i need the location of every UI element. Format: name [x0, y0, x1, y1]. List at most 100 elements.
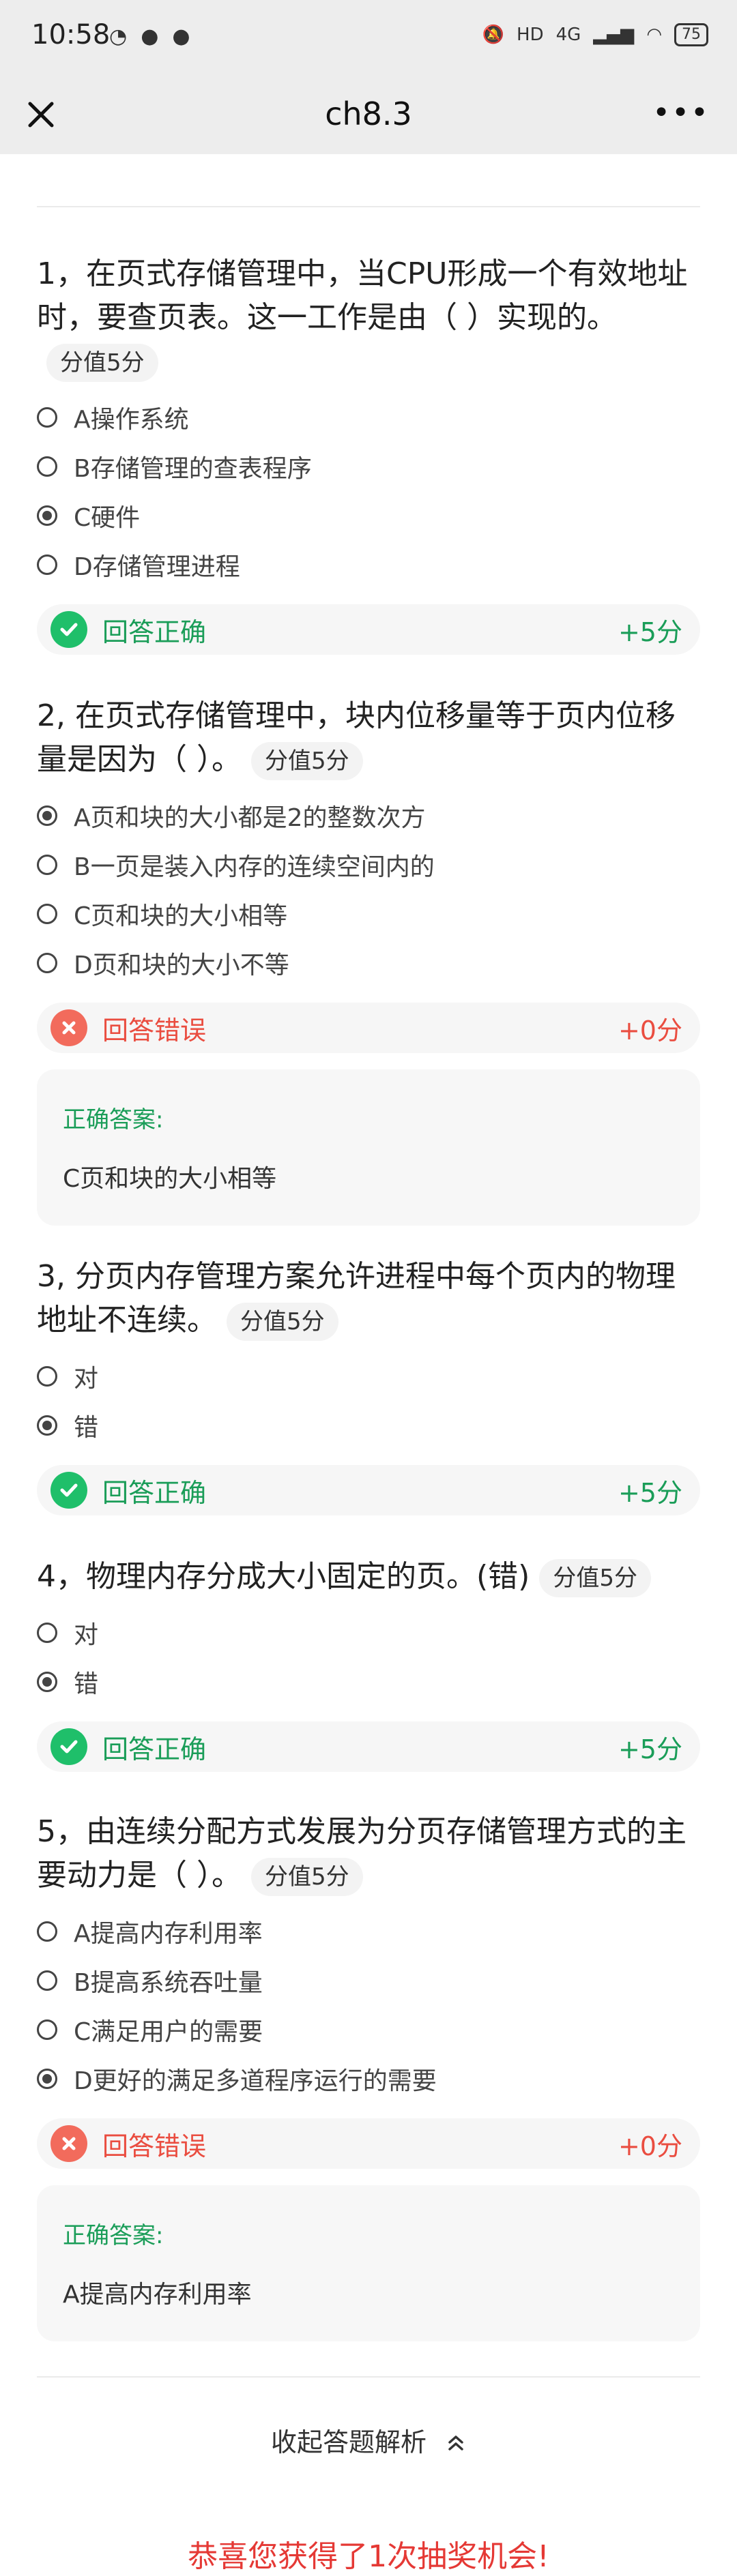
option[interactable]: D存储管理进程 [37, 540, 700, 589]
option-label: 错 [74, 1670, 99, 1698]
option[interactable]: 错 [37, 1657, 700, 1706]
score-badge: 分值5分 [251, 1858, 363, 1896]
option-label: D存储管理进程 [74, 553, 240, 581]
collapse-analysis-button[interactable]: 收起答题解析 [0, 2421, 737, 2459]
correct-answer-label: 正确答案: [63, 1106, 164, 1134]
result-banner: 回答正确 +5分 [37, 1465, 700, 1515]
option[interactable]: D更好的满足多道程序运行的需要 [37, 2054, 700, 2103]
option-label: 对 [74, 1621, 99, 1649]
question-4: 4，物理内存分成大小固定的页。(错) 分值5分 对 错 回答正确 +5分 [37, 1555, 700, 1772]
option[interactable]: B一页是装入内存的连续空间内的 [37, 840, 700, 889]
radio-icon [37, 1366, 57, 1387]
check-icon [50, 1472, 87, 1509]
android-icon: ◔ [109, 25, 128, 48]
signal-icon: ▂▄▆ [593, 25, 635, 45]
radio-icon [37, 855, 57, 875]
radio-selected-icon [37, 805, 57, 826]
chat-icon: ● [172, 25, 190, 48]
question-title: 4，物理内存分成大小固定的页。(错) 分值5分 [37, 1555, 700, 1599]
status-right-icons: 🔕 HD 4G ▂▄▆ ◠ 75 [482, 23, 708, 46]
status-time: 10:58 [31, 19, 111, 50]
hd-icon: HD [517, 25, 544, 45]
result-banner: 回答正确 +5分 [37, 1721, 700, 1772]
option[interactable]: C满足用户的需要 [37, 2005, 700, 2054]
result-text: 回答错误 [102, 2131, 207, 2161]
check-icon [50, 611, 87, 648]
status-bar: 10:58 ◔ ● ● 🔕 HD 4G ▂▄▆ ◠ 75 [0, 0, 737, 75]
question-3: 3, 分页内存管理方案允许进程中每个页内的物理地址不连续。 分值5分 对 错 回答… [37, 1255, 700, 1515]
score-badge: 分值5分 [251, 742, 363, 780]
radio-icon [37, 407, 57, 428]
result-banner: 回答错误 +0分 [37, 2118, 700, 2169]
question-title: 1，在页式存储管理中，当CPU形成一个有效地址时，要查页表。这一工作是由（ ）实… [37, 252, 700, 383]
question-title: 3, 分页内存管理方案允许进程中每个页内的物理地址不连续。 分值5分 [37, 1255, 700, 1342]
result-points: +0分 [618, 2131, 682, 2161]
question-5: 5，由连续分配方式发展为分页存储管理方式的主要动力是（ ）。 分值5分 A提高内存… [37, 1810, 700, 2341]
option[interactable]: C硬件 [37, 491, 700, 540]
option-label: B一页是装入内存的连续空间内的 [74, 853, 435, 881]
result-banner: 回答错误 +0分 [37, 1003, 700, 1053]
wifi-icon: ◠ [646, 25, 662, 45]
question-title: 2, 在页式存储管理中，块内位移量等于页内位移量是因为（ ）。 分值5分 [37, 694, 700, 782]
chevron-double-up-icon [446, 2429, 466, 2459]
option-label: D更好的满足多道程序运行的需要 [74, 2067, 437, 2095]
option[interactable]: C页和块的大小相等 [37, 889, 700, 938]
question-1: 1，在页式存储管理中，当CPU形成一个有效地址时，要查页表。这一工作是由（ ）实… [37, 252, 700, 655]
option[interactable]: 对 [37, 1352, 700, 1401]
radio-icon [37, 554, 57, 575]
result-points: +5分 [618, 1734, 682, 1764]
radio-icon [37, 1921, 57, 1942]
mute-icon: 🔕 [482, 25, 505, 45]
question-2: 2, 在页式存储管理中，块内位移量等于页内位移量是因为（ ）。 分值5分 A页和块… [37, 694, 700, 1226]
cross-icon [50, 2125, 87, 2162]
question-text: 3, 分页内存管理方案允许进程中每个页内的物理地址不连续。 [37, 1259, 676, 1337]
radio-selected-icon [37, 1672, 57, 1692]
correct-answer-box: 正确答案: C页和块的大小相等 [37, 1069, 700, 1226]
option[interactable]: B存储管理的查表程序 [37, 442, 700, 491]
option-label: A提高内存利用率 [74, 1920, 263, 1948]
option[interactable]: A操作系统 [37, 393, 700, 442]
result-text: 回答正确 [102, 1477, 207, 1508]
question-title: 5，由连续分配方式发展为分页存储管理方式的主要动力是（ ）。 分值5分 [37, 1810, 700, 1897]
network-label: 4G [555, 25, 581, 45]
option-label: C硬件 [74, 504, 141, 532]
radio-icon [37, 904, 57, 924]
divider [37, 2376, 700, 2378]
option-label: D页和块的大小不等 [74, 951, 289, 979]
page-title: ch8.3 [325, 95, 412, 132]
option[interactable]: 错 [37, 1401, 700, 1450]
qq-icon: ● [141, 25, 159, 48]
divider [37, 206, 700, 207]
check-icon [50, 1728, 87, 1765]
result-banner: 回答正确 +5分 [37, 604, 700, 655]
radio-icon [37, 953, 57, 973]
option-label: C满足用户的需要 [74, 2018, 263, 2046]
question-text: 4，物理内存分成大小固定的页。(错) [37, 1559, 530, 1594]
option-label: B提高系统吞吐量 [74, 1969, 263, 1997]
option-label: 错 [74, 1414, 99, 1442]
result-text: 回答正确 [102, 617, 207, 647]
option[interactable]: A页和块的大小都是2的整数次方 [37, 791, 700, 840]
result-points: +5分 [618, 1477, 682, 1508]
score-badge: 分值5分 [46, 344, 158, 382]
radio-selected-icon [37, 2069, 57, 2089]
result-text: 回答正确 [102, 1734, 207, 1764]
result-points: +0分 [618, 1015, 682, 1046]
option-label: A操作系统 [74, 406, 189, 434]
option[interactable]: B提高系统吞吐量 [37, 1956, 700, 2005]
option[interactable]: A提高内存利用率 [37, 1907, 700, 1956]
collapse-label: 收起答题解析 [270, 2427, 427, 2457]
more-icon[interactable]: ••• [652, 95, 710, 130]
option[interactable]: D页和块的大小不等 [37, 938, 700, 988]
correct-answer-value: C页和块的大小相等 [63, 1165, 277, 1193]
cross-icon [50, 1009, 87, 1046]
option-label: 对 [74, 1365, 99, 1393]
radio-icon [37, 1623, 57, 1643]
option[interactable]: 对 [37, 1608, 700, 1657]
score-badge: 分值5分 [539, 1559, 651, 1597]
question-text: 1，在页式存储管理中，当CPU形成一个有效地址时，要查页表。这一工作是由（ ）实… [37, 256, 688, 335]
radio-selected-icon [37, 505, 57, 526]
radio-icon [37, 2019, 57, 2040]
option-label: B存储管理的查表程序 [74, 455, 312, 483]
lottery-congrats-text: 恭喜您获得了1次抽奖机会! [188, 2539, 549, 2574]
